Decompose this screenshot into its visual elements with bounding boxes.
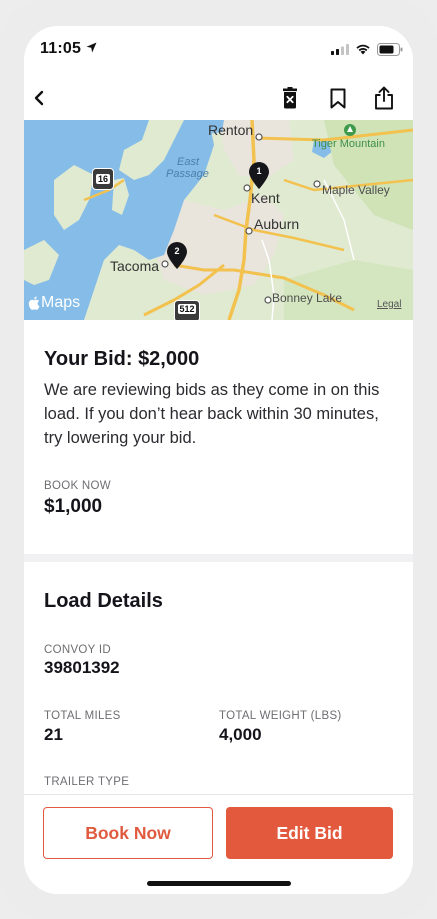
discard-bid-button[interactable] (275, 83, 305, 113)
edit-bid-button[interactable]: Edit Bid (226, 807, 393, 859)
map-pin-label: 2 (174, 246, 180, 256)
route-shield-16: 16 (92, 168, 114, 190)
total-miles-value: 21 (44, 725, 63, 744)
convoy-id-label: CONVOY ID (44, 644, 112, 656)
convoy-id-value: 39801392 (44, 658, 120, 677)
battery-icon (377, 43, 403, 56)
map-label-bonney-lake: Bonney Lake (272, 291, 343, 305)
bid-title: Your Bid: $2,000 (44, 348, 200, 370)
total-miles-label: TOTAL MILES (44, 710, 121, 722)
map-legal-link[interactable]: Legal (377, 299, 401, 310)
map-pin-dropoff[interactable]: 2 (166, 242, 188, 270)
map-label-tiger-mountain: Tiger Mountain (312, 138, 385, 150)
book-now-price-label: BOOK NOW (44, 480, 111, 492)
map-label-passage: Passage (166, 168, 209, 180)
status-time: 11:05 (40, 40, 82, 57)
bottom-action-bar: Book Now Edit Bid (24, 794, 413, 894)
load-details-section: Load Details CONVOY ID 39801392 TOTAL MI… (24, 562, 413, 794)
route-512-label: 512 (178, 304, 196, 314)
map-pin-label: 1 (256, 166, 262, 176)
map-label-kent: Kent (251, 190, 280, 206)
maps-logo: Maps (28, 294, 80, 312)
map-graphic (24, 120, 413, 320)
nav-bar (24, 76, 413, 120)
bookmark-button[interactable] (323, 83, 353, 113)
book-now-button[interactable]: Book Now (43, 807, 213, 859)
trash-x-icon (283, 87, 297, 109)
book-now-price-value: $1,000 (44, 496, 103, 517)
route-16-label: 16 (95, 174, 110, 184)
total-weight-value: 4,000 (219, 725, 262, 744)
map-label-east: East (177, 156, 200, 168)
chevron-left-icon (34, 90, 44, 106)
trailer-type-label: TRAILER TYPE (44, 776, 130, 788)
route-map[interactable]: Renton Tiger Mountain East Passage Kent … (24, 120, 413, 320)
app-screen: 11:05 Renton Tiger Mountain East Passage… (24, 26, 413, 894)
map-label-maple-valley: Maple Valley (322, 183, 390, 197)
cellular-signal-icon (331, 44, 349, 55)
load-details-title: Load Details (44, 590, 163, 612)
location-arrow-icon (86, 42, 97, 53)
map-label-renton: Renton (208, 122, 254, 138)
share-icon (375, 86, 393, 110)
map-label-tacoma: Tacoma (110, 258, 160, 274)
back-button[interactable] (24, 83, 54, 113)
route-shield-512: 512 (174, 300, 200, 320)
bid-description: We are reviewing bids as they come in on… (44, 381, 380, 447)
bookmark-icon (330, 88, 346, 108)
total-weight-label: TOTAL WEIGHT (LBS) (219, 710, 342, 722)
apple-logo-icon (28, 296, 40, 310)
map-pin-pickup[interactable]: 1 (248, 162, 270, 190)
device-frame: 11:05 Renton Tiger Mountain East Passage… (0, 0, 437, 919)
share-button[interactable] (369, 83, 399, 113)
section-divider (24, 554, 413, 562)
status-bar: 11:05 (24, 26, 413, 72)
home-indicator[interactable] (147, 881, 291, 886)
map-label-auburn: Auburn (254, 216, 300, 232)
wifi-icon (356, 44, 370, 55)
maps-brand-label: Maps (41, 294, 81, 311)
bid-card: Your Bid: $2,000 We are reviewing bids a… (24, 320, 413, 554)
